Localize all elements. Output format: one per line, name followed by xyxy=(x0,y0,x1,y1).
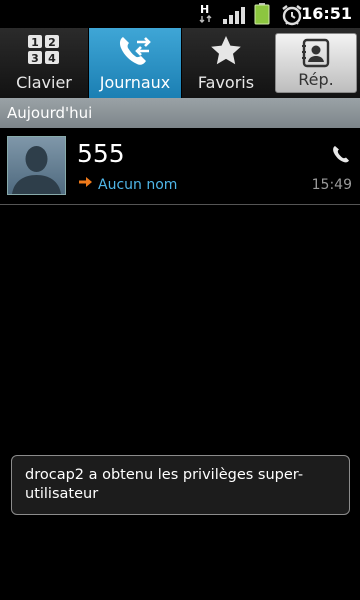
call-log-entry[interactable]: 555 Aucun nom 15:49 xyxy=(0,128,360,205)
entry-contact-name: Aucun nom xyxy=(98,177,178,193)
network-type-text: H xyxy=(200,3,209,16)
signal-icon xyxy=(223,7,245,24)
section-header-today: Aujourd'hui xyxy=(0,98,360,128)
tab-bar: 1 2 3 4 Clavier Journaux Favoris Rép. xyxy=(0,28,360,99)
toast-message: drocap2 a obtenu les privilèges super-ut… xyxy=(25,467,304,502)
tab-favoris[interactable]: Favoris xyxy=(182,28,270,98)
tab-journaux[interactable]: Journaux xyxy=(89,28,181,98)
status-time: 16:51 xyxy=(301,4,352,23)
dialpad-digit: 3 xyxy=(31,52,39,65)
h-data-icon: H xyxy=(199,3,212,23)
tab-journaux-label: Journaux xyxy=(99,73,171,92)
phone-icon[interactable] xyxy=(332,145,350,163)
contacts-icon xyxy=(302,38,330,68)
dialpad-digit: 1 xyxy=(31,36,39,49)
status-bar: H 16:51 xyxy=(0,0,360,28)
tab-repertoire-label: Rép. xyxy=(298,70,334,89)
tab-clavier[interactable]: 1 2 3 4 Clavier xyxy=(0,28,88,98)
toast-notification: drocap2 a obtenu les privilèges super-ut… xyxy=(11,455,350,515)
tab-clavier-label: Clavier xyxy=(16,73,72,92)
contact-silhouette-icon xyxy=(12,146,61,194)
phone-screen: H 16:51 1 2 3 4 Clavier Journaux Favoris… xyxy=(0,0,360,600)
tab-favoris-label: Favoris xyxy=(197,73,255,92)
entry-time: 15:49 xyxy=(311,177,352,193)
battery-icon xyxy=(254,3,270,25)
outgoing-call-arrow-icon xyxy=(79,177,92,187)
tab-repertoire[interactable]: Rép. xyxy=(275,33,357,93)
star-icon xyxy=(211,36,241,65)
call-log-icon xyxy=(119,37,151,65)
entry-number: 555 xyxy=(77,139,125,168)
dialpad-digit: 4 xyxy=(48,52,56,65)
section-title: Aujourd'hui xyxy=(7,104,93,122)
avatar[interactable] xyxy=(7,136,66,195)
dialpad-icon: 1 2 3 4 xyxy=(28,35,59,65)
alarm-icon xyxy=(282,5,302,26)
dialpad-digit: 2 xyxy=(48,36,56,49)
